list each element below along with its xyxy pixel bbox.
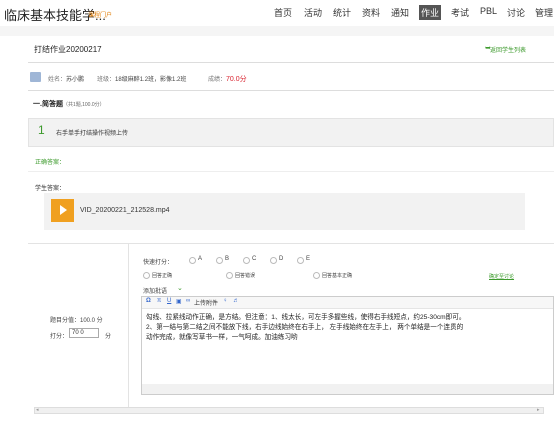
divider (28, 171, 554, 172)
nav-exam[interactable]: 考试 (451, 6, 469, 19)
score-unit: 分 (105, 334, 112, 340)
quick-score-radio-d[interactable] (270, 257, 277, 264)
nav-manage[interactable]: 管理 (535, 6, 553, 19)
score-input[interactable]: 70 0 (69, 328, 99, 338)
name-label: 姓名： (48, 77, 67, 83)
editor-resize-bar (142, 384, 553, 394)
scroll-right-icon[interactable]: ▸ (537, 407, 540, 413)
quick-score-label-a: A (198, 256, 203, 262)
correct-answer-label: 正确答案： (35, 160, 66, 166)
underline-icon[interactable]: U (167, 298, 171, 304)
divider (28, 90, 554, 91)
quick-score-radio-b[interactable] (216, 257, 223, 264)
quick-score-radio-e[interactable] (297, 257, 304, 264)
course-portal-link[interactable]: 课程门户 (88, 10, 112, 19)
name-value: 苏小鹏 (66, 77, 85, 83)
image-icon[interactable]: ▣ (176, 298, 182, 305)
answer-wrong-radio[interactable] (226, 272, 233, 279)
grading-divider (128, 243, 129, 410)
music-icon[interactable]: ♬ (233, 298, 239, 304)
answer-mostly-correct-label: 回答基本正确 (322, 273, 353, 279)
full-score-text: 题目分值：100.0 分 (50, 318, 103, 324)
student-score: 成绩：70.0分 (208, 74, 247, 84)
answer-mostly-correct-radio[interactable] (313, 272, 320, 279)
nav-home[interactable]: 首页 (274, 6, 292, 19)
voice-icon[interactable]: ♀ (223, 298, 228, 304)
student-name: 姓名：苏小鹏 (48, 74, 84, 83)
question-number: 1 (38, 123, 45, 137)
answer-wrong-label: 回答错误 (235, 273, 256, 279)
divider (28, 62, 554, 63)
section-title: 一.简答题（共1题,100.0分） (33, 99, 105, 109)
nav-activity[interactable]: 活动 (304, 6, 322, 19)
add-comment-toggle[interactable]: 添加批语 (143, 286, 167, 295)
nav-materials[interactable]: 资料 (362, 6, 380, 19)
pi-icon[interactable]: π (157, 298, 161, 304)
video-file-icon[interactable] (51, 199, 74, 222)
quick-score-radio-c[interactable] (243, 257, 250, 264)
nav-discussion[interactable]: 讨论 (507, 6, 525, 19)
page-title: 打结作业20200217 (34, 45, 102, 54)
quick-score-label-d: D (279, 256, 284, 262)
avatar (30, 72, 41, 82)
quick-score-label: 快速打分： (143, 260, 174, 266)
link-icon[interactable]: ∞ (186, 298, 190, 304)
back-to-student-list-link[interactable]: 返回学生列表 (490, 45, 526, 54)
sync-to-discussion-link[interactable]: 确定至讨论 (489, 273, 514, 280)
quick-score-label-b: B (225, 256, 230, 262)
question-text: 右手单手打结操作视频上传 (56, 131, 129, 137)
section-title-text: 一.简答题 (33, 101, 63, 108)
score-value: 70.0分 (226, 76, 247, 83)
answer-correct-label: 回答正确 (152, 273, 173, 279)
answer-correct-radio[interactable] (143, 272, 150, 279)
nav-homework[interactable]: 作业 (419, 5, 442, 20)
student-answer-label: 学生答案： (35, 186, 66, 192)
score-label: 成绩： (208, 77, 227, 83)
omega-icon[interactable]: Ω (146, 298, 151, 304)
upload-attachment-button[interactable]: 上传附件 (194, 298, 218, 307)
nav-notice[interactable]: 通知 (391, 6, 409, 19)
section-subtitle: （共1题,100.0分） (62, 102, 105, 108)
class-value: 18级麻醉1.2班，影像1.2班 (115, 77, 187, 83)
comment-text[interactable]: 勾线、拉紧线动作正确，是方结。但注意：1、线太长，可左手多握些线，使得右手线短点… (146, 313, 550, 343)
scroll-left-icon[interactable]: ◂ (36, 407, 39, 413)
quick-score-label-e: E (306, 256, 311, 262)
chevron-down-icon[interactable]: ⌄ (177, 284, 183, 292)
class-label: 班级： (97, 77, 116, 83)
attachment-filename[interactable]: VID_20200221_212528.mp4 (80, 207, 170, 214)
quick-score-label-c: C (252, 256, 257, 262)
score-input-label: 打分： (50, 334, 69, 340)
horizontal-scrollbar[interactable] (34, 407, 544, 414)
student-class: 班级：18级麻醉1.2班，影像1.2班 (97, 74, 186, 83)
nav-stats[interactable]: 统计 (333, 6, 351, 19)
quick-score-radio-a[interactable] (189, 257, 196, 264)
nav-pbl[interactable]: PBL (480, 6, 497, 16)
header-divider (0, 26, 554, 36)
comment-editor[interactable] (141, 296, 554, 395)
